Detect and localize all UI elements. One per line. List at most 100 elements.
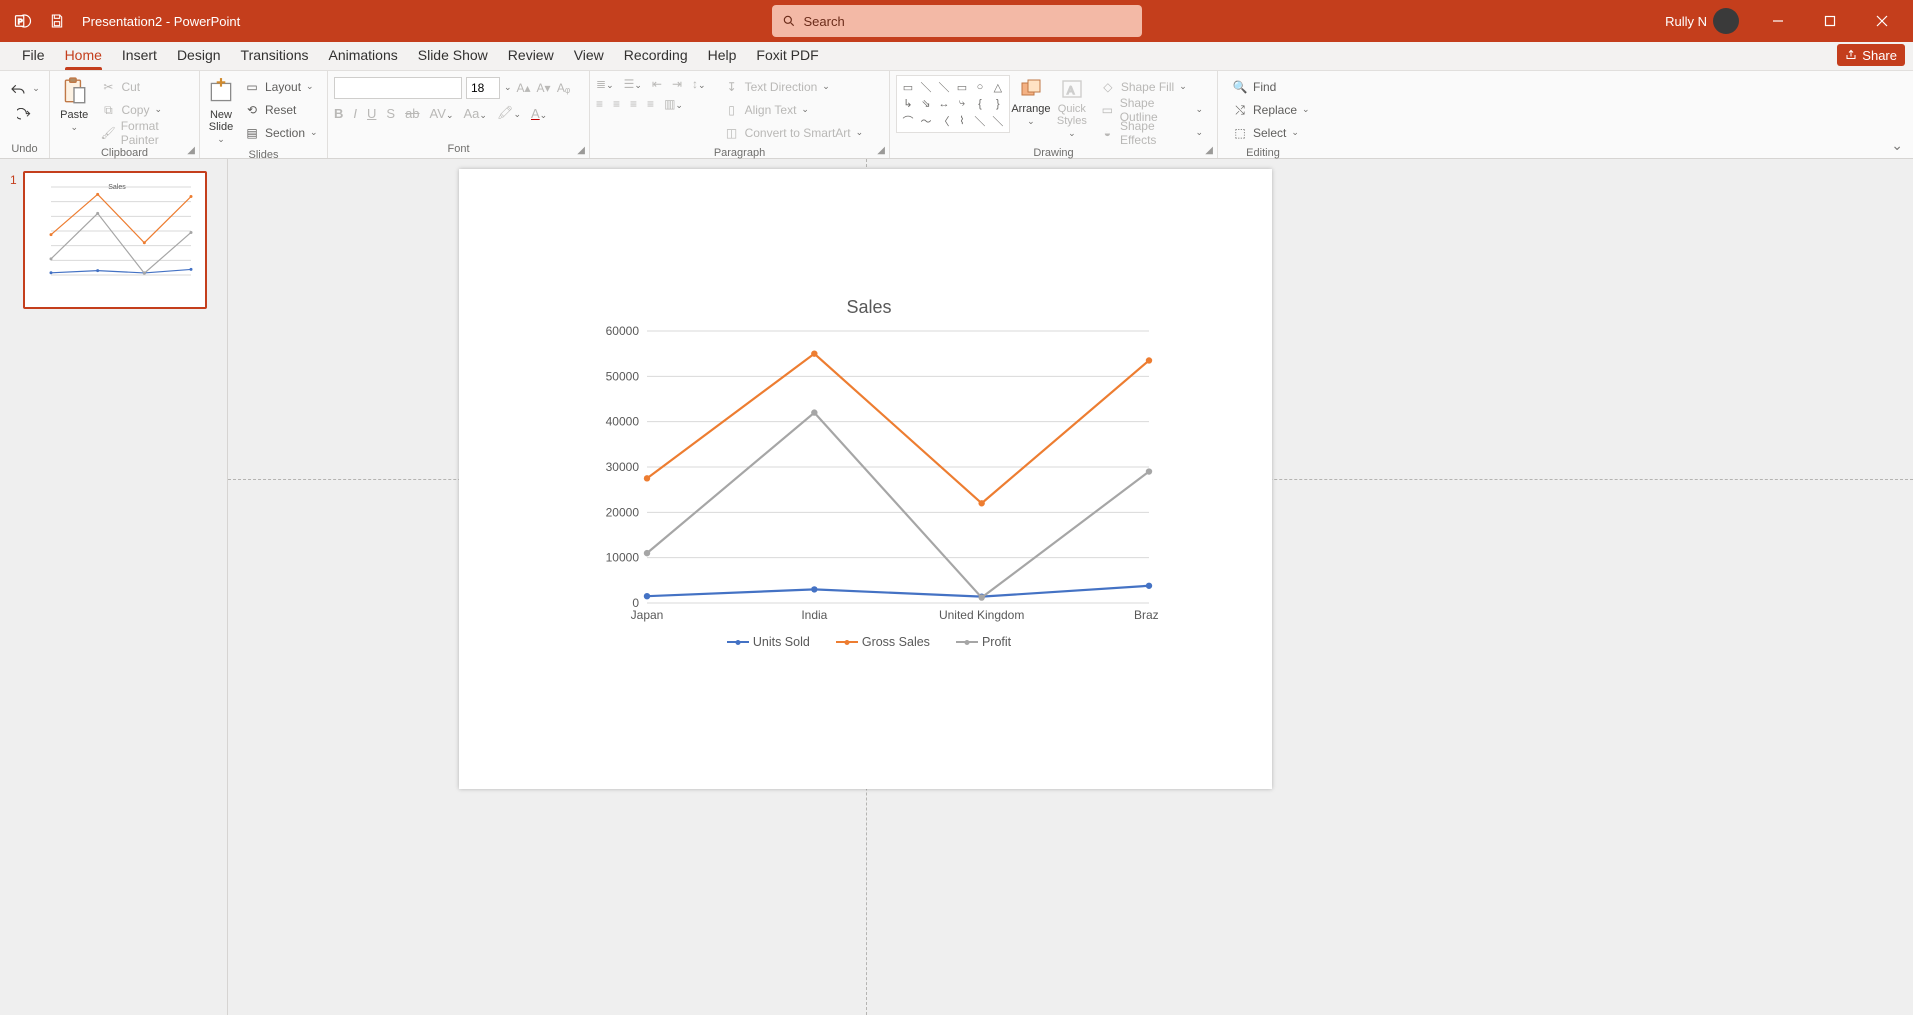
slide[interactable]: Sales 0100002000030000400005000060000Jap… — [459, 169, 1272, 789]
align-left-button[interactable]: ≡ — [596, 97, 603, 111]
search-placeholder: Search — [804, 14, 845, 29]
work-area: 1 Sales Sales 01000020000300004000050000… — [0, 159, 1913, 1015]
select-button[interactable]: ⬚Select⌄ — [1228, 123, 1314, 143]
shapes-gallery[interactable]: ▭＼＼▭○△ ↳⇘↔⤷{} ⌒〜〈⌇＼＼ — [896, 75, 1010, 133]
smartart-button[interactable]: ◫Convert to SmartArt⌄ — [720, 123, 868, 143]
maximize-button[interactable] — [1807, 0, 1853, 42]
strike-button[interactable]: ab — [405, 106, 419, 121]
save-icon[interactable] — [42, 6, 72, 36]
layout-icon: ▭ — [244, 79, 260, 95]
share-button[interactable]: Share — [1837, 44, 1905, 66]
reset-button[interactable]: ⟲Reset — [240, 100, 322, 120]
reset-icon: ⟲ — [244, 102, 260, 118]
svg-text:Japan: Japan — [631, 608, 664, 622]
align-text-button[interactable]: ▯Align Text⌄ — [720, 100, 868, 120]
tab-slideshow[interactable]: Slide Show — [408, 41, 498, 70]
section-icon: ▤ — [244, 125, 260, 141]
smartart-icon: ◫ — [724, 125, 740, 141]
layout-button[interactable]: ▭Layout⌄ — [240, 77, 322, 97]
redo-button[interactable] — [13, 105, 37, 125]
clear-format-icon[interactable]: Aᵩ — [556, 80, 572, 96]
slide-number: 1 — [10, 171, 17, 309]
font-size-input[interactable] — [466, 77, 500, 99]
svg-text:10000: 10000 — [606, 551, 640, 565]
underline-button[interactable]: U — [367, 106, 376, 121]
ribbon-collapse-icon[interactable]: ⌄ — [1891, 137, 1903, 154]
bullets-button[interactable]: ≣⌄ — [596, 77, 614, 91]
tab-recording[interactable]: Recording — [614, 41, 698, 70]
grow-font-icon[interactable]: A▴ — [516, 80, 532, 96]
bold-button[interactable]: B — [334, 106, 343, 121]
tab-help[interactable]: Help — [698, 41, 747, 70]
scissors-icon: ✂ — [100, 79, 116, 95]
textdir-icon: ↧ — [724, 79, 740, 95]
cut-button[interactable]: ✂Cut — [96, 77, 189, 97]
new-slide-button[interactable]: New Slide⌄ — [206, 75, 236, 147]
tab-animations[interactable]: Animations — [318, 41, 407, 70]
svg-text:Sales: Sales — [108, 184, 126, 191]
case-button[interactable]: Aa⌄ — [463, 106, 486, 121]
line-spacing-button[interactable]: ↕⌄ — [692, 77, 706, 91]
close-button[interactable] — [1859, 0, 1905, 42]
slide-thumbnail-1[interactable]: Sales — [23, 171, 207, 309]
paragraph-launcher[interactable]: ◢ — [877, 145, 885, 156]
find-button[interactable]: 🔍Find — [1228, 77, 1314, 97]
align-right-button[interactable]: ≡ — [630, 97, 637, 111]
indent-inc-button[interactable]: ⇥ — [672, 77, 682, 91]
search-box[interactable]: Search — [772, 5, 1142, 37]
shadow-button[interactable]: S — [386, 106, 395, 121]
brush-icon: 🖌 — [100, 125, 115, 141]
font-launcher[interactable]: ◢ — [577, 145, 585, 156]
group-label-font: Font — [334, 141, 583, 157]
tab-design[interactable]: Design — [167, 41, 231, 70]
tab-insert[interactable]: Insert — [112, 41, 167, 70]
shape-effects-button[interactable]: ◒Shape Effects⌄ — [1096, 123, 1207, 143]
undo-button[interactable]: ⌄ — [5, 79, 44, 99]
svg-text:30000: 30000 — [606, 460, 640, 474]
svg-text:50000: 50000 — [606, 369, 640, 383]
columns-button[interactable]: ▥⌄ — [664, 97, 683, 111]
document-title: Presentation2 - PowerPoint — [82, 14, 240, 29]
copy-icon: ⧉ — [100, 102, 116, 118]
replace-icon: ⤭ — [1232, 102, 1248, 118]
shrink-font-icon[interactable]: A▾ — [536, 80, 552, 96]
app-icon: P — [8, 6, 38, 36]
replace-button[interactable]: ⤭Replace⌄ — [1228, 100, 1314, 120]
text-direction-button[interactable]: ↧Text Direction⌄ — [720, 77, 868, 97]
spacing-button[interactable]: AV⌄ — [430, 106, 454, 121]
slide-canvas-area[interactable]: Sales 0100002000030000400005000060000Jap… — [228, 159, 1913, 1015]
section-button[interactable]: ▤Section⌄ — [240, 123, 322, 143]
align-justify-button[interactable]: ≡ — [647, 97, 654, 111]
chart-object[interactable]: Sales 0100002000030000400005000060000Jap… — [579, 289, 1159, 659]
select-icon: ⬚ — [1232, 125, 1248, 141]
user-name[interactable]: Rully N — [1665, 14, 1707, 29]
copy-button[interactable]: ⧉Copy⌄ — [96, 100, 189, 120]
minimize-button[interactable] — [1755, 0, 1801, 42]
highlight-button[interactable]: 🖍⌄ — [497, 105, 521, 121]
tab-foxit[interactable]: Foxit PDF — [746, 41, 828, 70]
arrange-button[interactable]: Arrange⌄ — [1010, 75, 1052, 129]
tab-view[interactable]: View — [564, 41, 614, 70]
thumbnail-chart: Sales — [33, 181, 201, 299]
paste-button[interactable]: Paste⌄ — [56, 75, 92, 135]
align-center-button[interactable]: ≡ — [613, 97, 620, 111]
tab-review[interactable]: Review — [498, 41, 564, 70]
svg-text:A: A — [1067, 85, 1075, 97]
shape-fill-button[interactable]: ◇Shape Fill⌄ — [1096, 77, 1207, 97]
italic-button[interactable]: I — [353, 106, 357, 121]
format-painter-button[interactable]: 🖌Format Painter — [96, 123, 189, 143]
indent-dec-button[interactable]: ⇤ — [652, 77, 662, 91]
group-label-undo: Undo — [6, 141, 43, 157]
tab-file[interactable]: File — [12, 41, 55, 70]
slide-thumbnail-panel: 1 Sales — [0, 159, 228, 1015]
clipboard-launcher[interactable]: ◢ — [187, 145, 195, 156]
numbering-button[interactable]: ☰⌄ — [624, 77, 642, 91]
font-color-button[interactable]: A⌄ — [531, 106, 547, 121]
drawing-launcher[interactable]: ◢ — [1205, 145, 1213, 156]
shape-outline-button[interactable]: ▭Shape Outline⌄ — [1096, 100, 1207, 120]
avatar[interactable] — [1713, 8, 1739, 34]
tab-home[interactable]: Home — [55, 41, 112, 70]
font-name-input[interactable] — [334, 77, 462, 99]
tab-transitions[interactable]: Transitions — [231, 41, 319, 70]
quick-styles-button[interactable]: A Quick Styles⌄ — [1052, 75, 1092, 141]
